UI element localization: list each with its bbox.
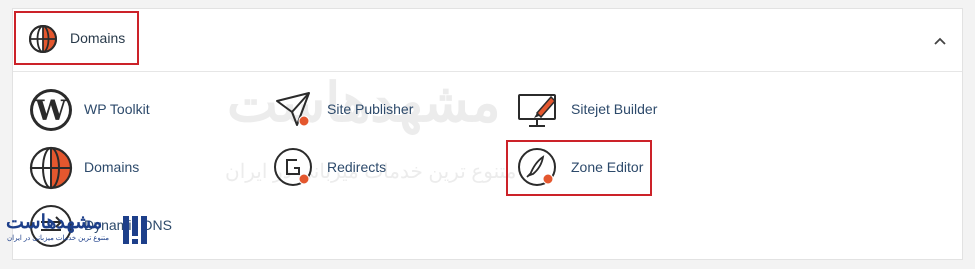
logo-text: مشهدهاست bbox=[6, 212, 103, 233]
logo-mark-icon bbox=[123, 216, 147, 244]
tool-wp-toolkit[interactable]: W WP Toolkit bbox=[28, 87, 188, 133]
tool-redirects[interactable]: Redirects bbox=[271, 145, 431, 191]
tool-zone-editor[interactable]: Zone Editor bbox=[515, 145, 665, 191]
chevron-up-icon[interactable] bbox=[930, 31, 950, 51]
tool-label: Redirects bbox=[327, 159, 387, 175]
tool-label: Zone Editor bbox=[571, 159, 644, 175]
monitor-brush-icon bbox=[518, 94, 557, 127]
zone-editor-icon bbox=[518, 148, 556, 186]
redirect-icon bbox=[274, 148, 312, 186]
tool-label: Domains bbox=[84, 159, 140, 175]
panel-header[interactable]: Domains bbox=[13, 9, 962, 72]
tool-domains[interactable]: Domains bbox=[28, 145, 188, 191]
tool-sitejet-builder[interactable]: Sitejet Builder bbox=[515, 87, 705, 133]
tool-site-publisher[interactable]: Site Publisher bbox=[271, 87, 451, 133]
tool-label: Site Publisher bbox=[327, 101, 414, 117]
globe-icon bbox=[29, 146, 73, 190]
globe-icon bbox=[29, 25, 57, 53]
svg-text:W: W bbox=[34, 94, 67, 127]
watermark-logo: مشهدهاست متنوع ترین خدمات میزبانی در ایر… bbox=[6, 211, 156, 253]
logo-subtitle: متنوع ترین خدمات میزبانی در ایران bbox=[7, 235, 109, 242]
tool-label: WP Toolkit bbox=[84, 101, 150, 117]
panel-title: Domains bbox=[70, 30, 126, 46]
wordpress-icon: W bbox=[30, 89, 72, 131]
paper-plane-icon bbox=[276, 92, 310, 127]
tool-label: Sitejet Builder bbox=[571, 101, 658, 117]
